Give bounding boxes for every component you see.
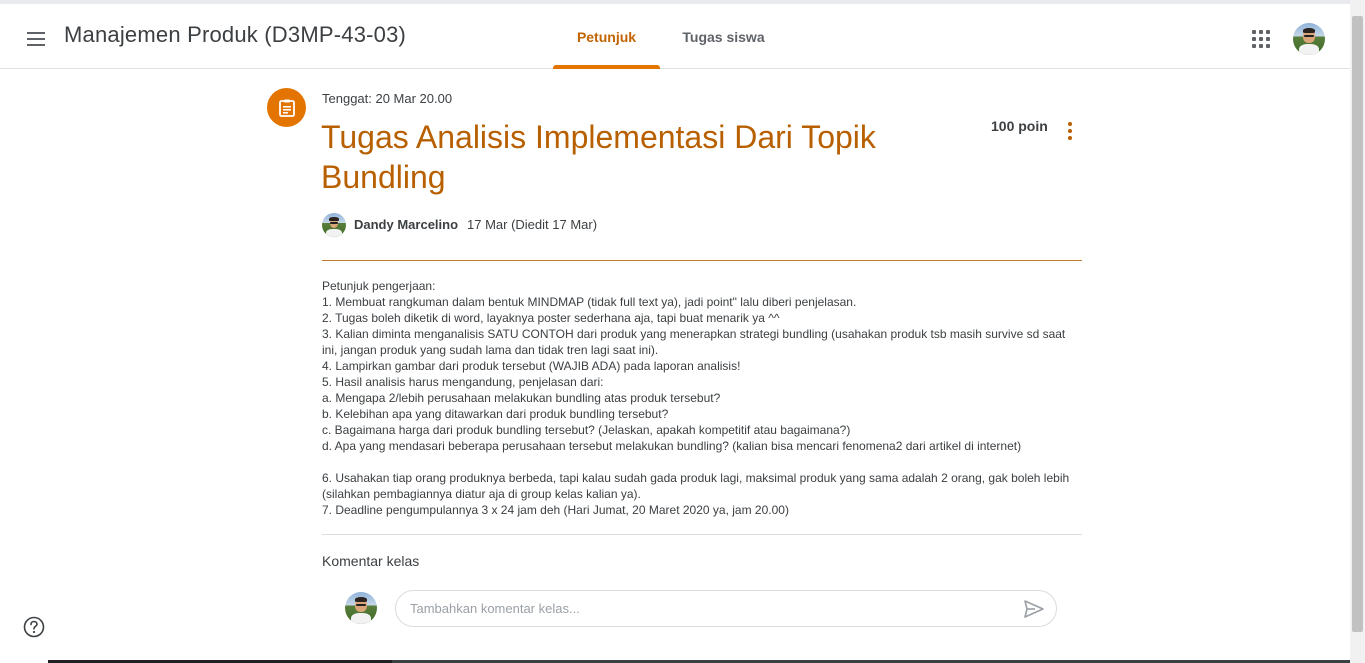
apps-grid-icon[interactable]: [1241, 19, 1281, 59]
commenter-avatar: [345, 592, 377, 624]
due-date: Tenggat: 20 Mar 20.00: [322, 91, 453, 106]
tab-tugas-siswa[interactable]: Tugas siswa: [670, 4, 777, 69]
content-divider: [322, 534, 1082, 535]
author-avatar: [322, 213, 346, 237]
assignment-icon: [267, 88, 306, 127]
assignment-title: Tugas Analisis Implementasi Dari Topik B…: [321, 119, 876, 195]
more-options-icon[interactable]: [1058, 118, 1082, 144]
author-name: Dandy Marcelino: [354, 217, 459, 232]
top-app-bar: Manajemen Produk (D3MP-43-03) Petunjuk T…: [0, 0, 1350, 69]
page-scrollbar[interactable]: [1350, 0, 1365, 663]
account-avatar[interactable]: [1293, 23, 1325, 55]
scrollbar-thumb[interactable]: [1352, 16, 1363, 632]
class-comment-input[interactable]: [395, 590, 1057, 627]
active-tab-indicator: [553, 65, 660, 69]
help-icon[interactable]: [22, 615, 46, 639]
assignment-instructions: Petunjuk pengerjaan: 1. Membuat rangkuma…: [322, 279, 1070, 517]
class-title[interactable]: Manajemen Produk (D3MP-43-03): [64, 22, 406, 48]
hamburger-menu-icon[interactable]: [16, 19, 56, 59]
assignment-points: 100 poin: [991, 118, 1048, 134]
class-comments-heading: Komentar kelas: [322, 553, 420, 569]
post-date: 17 Mar (Diedit 17 Mar): [467, 217, 598, 232]
tab-petunjuk[interactable]: Petunjuk: [553, 4, 660, 69]
tab-petunjuk-label: Petunjuk: [576, 28, 637, 45]
header-divider: [322, 260, 1082, 261]
tab-tugas-siswa-label: Tugas siswa: [682, 28, 765, 45]
send-icon[interactable]: [1021, 596, 1047, 622]
